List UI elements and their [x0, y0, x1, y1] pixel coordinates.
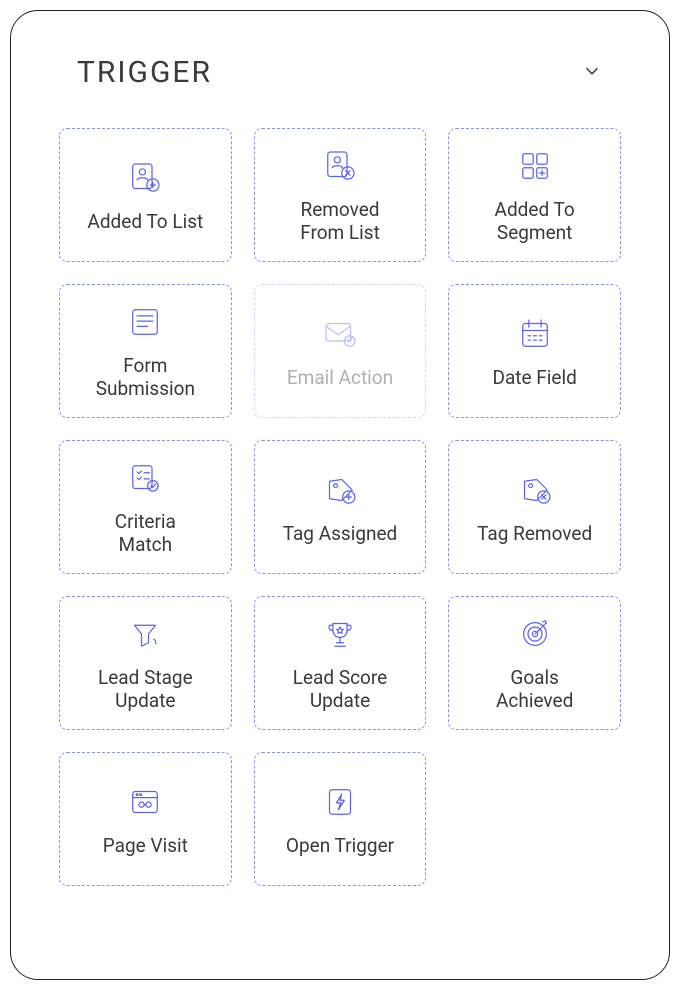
- trigger-tile-label: Page Visit: [103, 835, 188, 858]
- list-remove-icon: [319, 145, 361, 187]
- trigger-tile-label: Open Trigger: [286, 835, 394, 858]
- trigger-panel: TRIGGER Added To List Removed From List …: [10, 10, 670, 980]
- list-add-icon: [124, 157, 166, 199]
- tag-remove-icon: [514, 469, 556, 511]
- trigger-tile[interactable]: Date Field: [448, 284, 621, 418]
- trigger-tile[interactable]: Page Visit: [59, 752, 232, 886]
- funnel-icon: [124, 613, 166, 655]
- calendar-icon: [514, 313, 556, 355]
- trigger-tile-label: Added To Segment: [495, 199, 575, 245]
- trigger-tile[interactable]: Lead Stage Update: [59, 596, 232, 730]
- browser-icon: [124, 781, 166, 823]
- trigger-tile-label: Lead Score Update: [293, 667, 387, 713]
- trigger-tile[interactable]: Lead Score Update: [254, 596, 427, 730]
- criteria-icon: [124, 457, 166, 499]
- trigger-tile[interactable]: Added To List: [59, 128, 232, 262]
- form-icon: [124, 301, 166, 343]
- trigger-tile[interactable]: Form Submission: [59, 284, 232, 418]
- trigger-tile-label: Goals Achieved: [496, 667, 573, 713]
- trigger-tile-label: Form Submission: [96, 355, 195, 401]
- trigger-tile: Email Action: [254, 284, 427, 418]
- trigger-tile[interactable]: Open Trigger: [254, 752, 427, 886]
- panel-header: TRIGGER: [55, 55, 625, 90]
- trophy-icon: [319, 613, 361, 655]
- trigger-tile-label: Criteria Match: [115, 511, 176, 557]
- trigger-tile[interactable]: Goals Achieved: [448, 596, 621, 730]
- trigger-tile-label: Tag Removed: [477, 523, 592, 546]
- email-icon: [319, 313, 361, 355]
- segment-add-icon: [514, 145, 556, 187]
- tag-add-icon: [319, 469, 361, 511]
- trigger-tile-label: Email Action: [287, 367, 393, 390]
- bolt-icon: [319, 781, 361, 823]
- trigger-tile-label: Date Field: [492, 367, 576, 390]
- trigger-tile[interactable]: Tag Assigned: [254, 440, 427, 574]
- target-icon: [514, 613, 556, 655]
- trigger-tile-label: Tag Assigned: [283, 523, 398, 546]
- trigger-tile[interactable]: Removed From List: [254, 128, 427, 262]
- trigger-tile-label: Removed From List: [300, 199, 380, 245]
- trigger-tile-label: Added To List: [87, 211, 203, 234]
- chevron-down-icon[interactable]: [581, 60, 603, 86]
- panel-title: TRIGGER: [77, 55, 212, 90]
- trigger-tile[interactable]: Tag Removed: [448, 440, 621, 574]
- trigger-tile[interactable]: Added To Segment: [448, 128, 621, 262]
- trigger-tile[interactable]: Criteria Match: [59, 440, 232, 574]
- trigger-tile-label: Lead Stage Update: [98, 667, 193, 713]
- trigger-grid: Added To List Removed From List Added To…: [55, 128, 625, 886]
